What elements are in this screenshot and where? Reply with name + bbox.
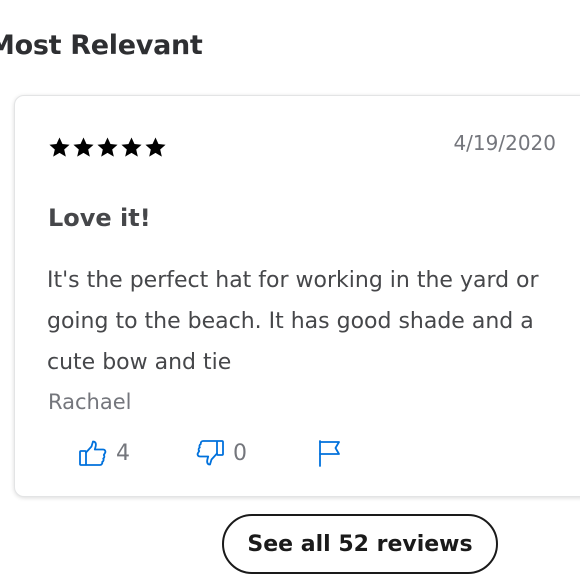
helpful-count: 4 bbox=[116, 440, 130, 466]
star-icon bbox=[73, 137, 94, 157]
report-review-button[interactable] bbox=[317, 436, 343, 470]
star-icon bbox=[49, 137, 70, 157]
star-icon bbox=[97, 137, 118, 157]
flag-icon bbox=[319, 440, 340, 467]
star-rating bbox=[48, 136, 168, 159]
reviewer-name: Rachael bbox=[48, 390, 132, 414]
unhelpful-button[interactable]: 0 bbox=[195, 436, 247, 470]
unhelpful-count: 0 bbox=[233, 440, 247, 466]
reviews-section: Most Relevant 4/19/2020 Love it! It's th… bbox=[0, 0, 580, 580]
star-icon bbox=[145, 137, 166, 157]
star-icon bbox=[121, 137, 142, 157]
review-title: Love it! bbox=[48, 204, 151, 232]
helpful-button[interactable]: 4 bbox=[78, 436, 130, 470]
see-all-reviews-button[interactable]: See all 52 reviews bbox=[222, 514, 498, 574]
thumbs-down-icon bbox=[196, 440, 224, 466]
thumbs-up-icon bbox=[79, 440, 107, 466]
section-title: Most Relevant bbox=[0, 30, 203, 61]
review-body: It's the perfect hat for working in the … bbox=[47, 268, 539, 375]
review-date: 4/19/2020 bbox=[453, 131, 556, 155]
review-card: 4/19/2020 Love it! It's the perfect hat … bbox=[14, 95, 580, 497]
